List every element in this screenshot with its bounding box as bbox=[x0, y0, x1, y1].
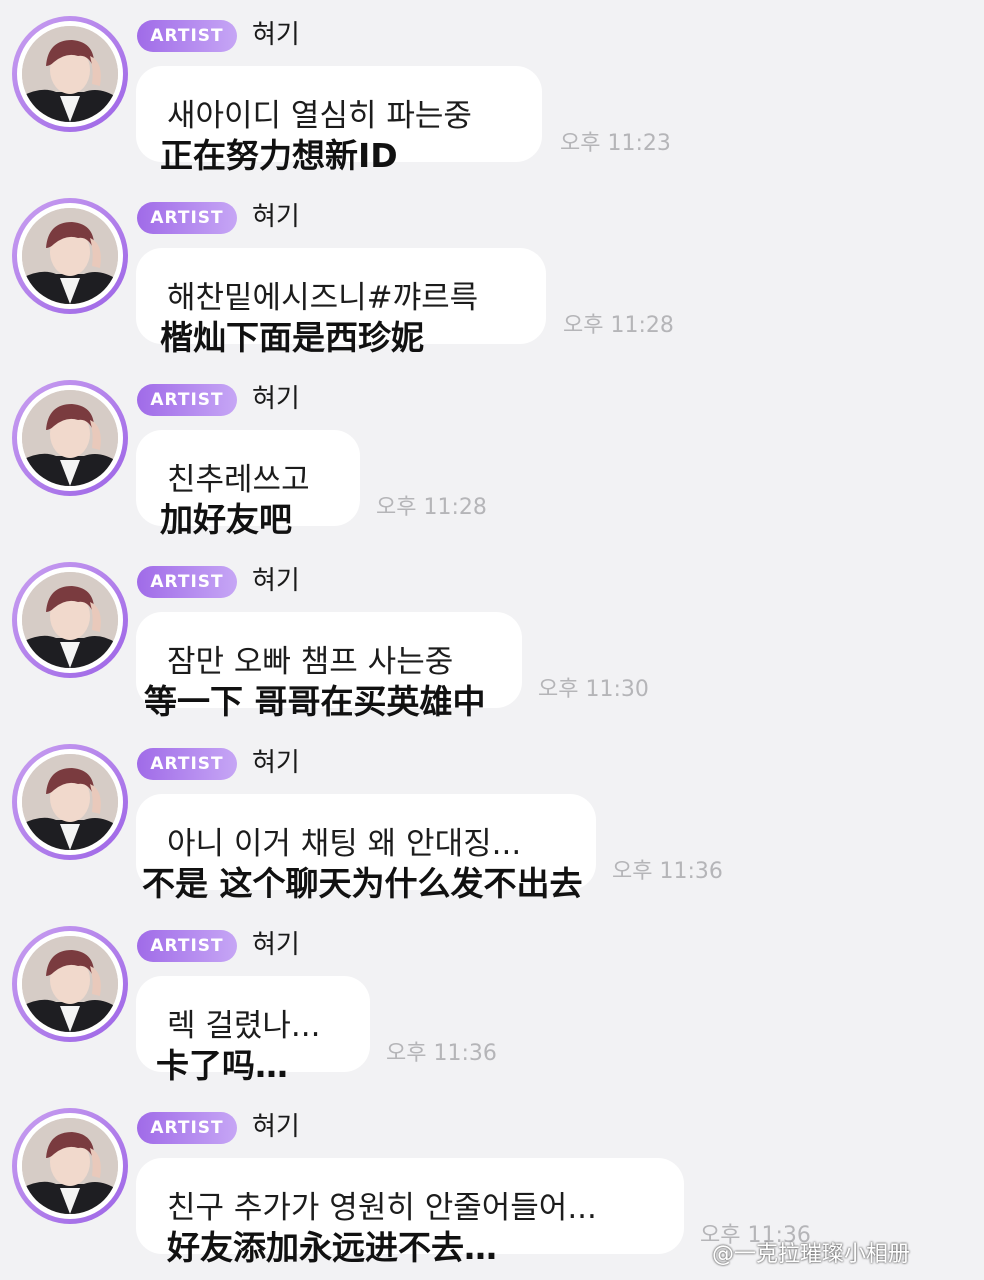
profile-photo-icon bbox=[22, 390, 118, 486]
profile-photo-icon bbox=[22, 1118, 118, 1214]
chat-message: ARTIST 혀기 새아이디 열심히 파는중 正在努力想新ID 오후 11:23 bbox=[0, 0, 984, 182]
translation-text: 正在努力想新ID bbox=[160, 136, 398, 175]
message-text: 렉 걸렸나... bbox=[167, 1008, 321, 1044]
message-time: 오후 11:23 bbox=[560, 131, 671, 156]
chat-message: ARTIST 혀기 아니 이거 채팅 왜 안대징... 不是 这个聊天为什么发不… bbox=[0, 728, 984, 910]
avatar[interactable] bbox=[12, 926, 128, 1042]
translation-text: 好友添加永远进不去… bbox=[167, 1228, 497, 1267]
avatar[interactable] bbox=[12, 744, 128, 860]
chat-message: ARTIST 혀기 잠만 오빠 챔프 사는중 等一下 哥哥在买英雄中 오후 11… bbox=[0, 546, 984, 728]
translation-text: 等一下 哥哥在买英雄中 bbox=[144, 682, 486, 721]
message-time: 오후 11:28 bbox=[563, 313, 674, 338]
sender-name: 혀기 bbox=[252, 566, 300, 596]
sender-name: 혀기 bbox=[252, 748, 300, 778]
profile-photo-icon bbox=[22, 26, 118, 122]
avatar[interactable] bbox=[12, 198, 128, 314]
translation-text: 不是 这个聊天为什么发不出去 bbox=[142, 864, 583, 903]
sender-name: 혀기 bbox=[252, 20, 300, 50]
chat-message: ARTIST 혀기 친추레쓰고 加好友吧 오후 11:28 bbox=[0, 364, 984, 546]
artist-badge: ARTIST bbox=[137, 930, 237, 962]
translation-text: 卡了吗… bbox=[156, 1046, 288, 1085]
message-text: 잠만 오빠 챔프 사는중 bbox=[167, 644, 454, 680]
message-time: 오후 11:36 bbox=[612, 859, 723, 884]
sender-name: 혀기 bbox=[252, 930, 300, 960]
message-time: 오후 11:30 bbox=[538, 677, 649, 702]
profile-photo-icon bbox=[22, 572, 118, 668]
sender-name: 혀기 bbox=[252, 1112, 300, 1142]
sender-name: 혀기 bbox=[252, 202, 300, 232]
artist-badge: ARTIST bbox=[137, 384, 237, 416]
message-text: 새아이디 열심히 파는중 bbox=[167, 98, 472, 134]
sender-name: 혀기 bbox=[252, 384, 300, 414]
message-text: 친구 추가가 영원히 안줄어들어... bbox=[167, 1190, 597, 1226]
profile-photo-icon bbox=[22, 208, 118, 304]
profile-photo-icon bbox=[22, 754, 118, 850]
artist-badge: ARTIST bbox=[137, 20, 237, 52]
message-text: 해찬밑에시즈니#꺄르륵 bbox=[167, 280, 479, 316]
avatar[interactable] bbox=[12, 16, 128, 132]
avatar[interactable] bbox=[12, 562, 128, 678]
chat-message: ARTIST 혀기 렉 걸렸나... 卡了吗… 오후 11:36 bbox=[0, 910, 984, 1092]
chat-message: ARTIST 혀기 해찬밑에시즈니#꺄르륵 楷灿下面是西珍妮 오후 11:28 bbox=[0, 182, 984, 364]
profile-photo-icon bbox=[22, 936, 118, 1032]
message-time: 오후 11:28 bbox=[376, 495, 487, 520]
translation-text: 楷灿下面是西珍妮 bbox=[160, 318, 424, 357]
message-text: 아니 이거 채팅 왜 안대징... bbox=[167, 826, 522, 862]
translation-text: 加好友吧 bbox=[160, 500, 292, 539]
artist-badge: ARTIST bbox=[137, 202, 237, 234]
message-text: 친추레쓰고 bbox=[167, 462, 310, 498]
avatar[interactable] bbox=[12, 380, 128, 496]
message-time: 오후 11:36 bbox=[386, 1041, 497, 1066]
avatar[interactable] bbox=[12, 1108, 128, 1224]
watermark: @一克拉璀璨小相册 bbox=[712, 1242, 911, 1267]
artist-badge: ARTIST bbox=[137, 748, 237, 780]
artist-badge: ARTIST bbox=[137, 566, 237, 598]
artist-badge: ARTIST bbox=[137, 1112, 237, 1144]
